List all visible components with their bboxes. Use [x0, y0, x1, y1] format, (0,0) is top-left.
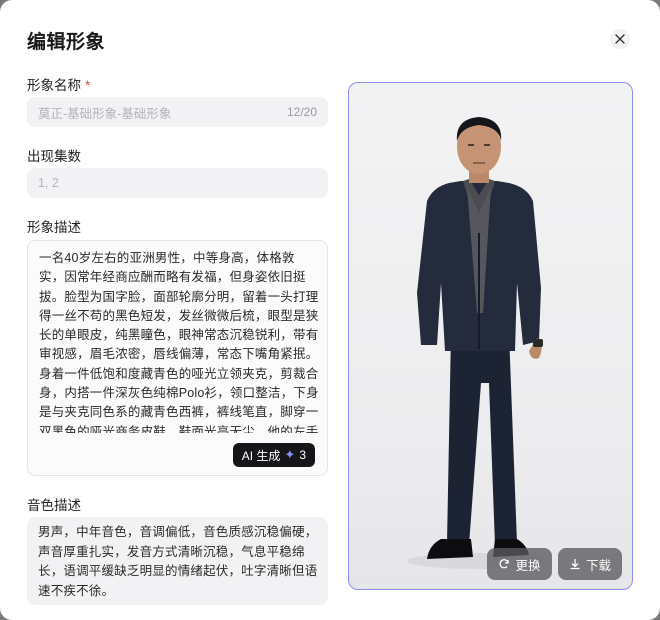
download-image-button[interactable]: 下载: [558, 548, 622, 580]
sparkle-icon: ✦: [284, 447, 296, 462]
replace-label: 更换: [515, 558, 541, 573]
description-text: 一名40岁左右的亚洲男性，中等身高，体格敦实，因常年经商应酬而略有发福，但身姿依…: [39, 251, 319, 433]
name-label-text: 形象名称: [27, 78, 81, 93]
name-input-placeholder: 莫正-基础形象-基础形象: [38, 106, 172, 121]
close-icon: [615, 34, 625, 44]
required-mark: *: [85, 78, 91, 93]
name-char-counter: 12/20: [286, 105, 317, 119]
download-label: 下载: [585, 558, 611, 573]
ai-generate-button[interactable]: AI 生成 ✦ 3: [232, 443, 315, 467]
refresh-icon: [499, 559, 510, 569]
ai-generate-count: 3: [299, 448, 306, 462]
replace-image-button[interactable]: 更换: [487, 548, 552, 580]
description-label: 形象描述: [27, 220, 81, 235]
episodes-label: 出现集数: [27, 149, 81, 164]
download-icon: [570, 559, 580, 570]
episodes-input[interactable]: 1, 2: [27, 168, 328, 198]
edit-avatar-dialog: 编辑形象 形象名称 * 莫正-基础形象-基础形象 12/20 出现集数 1, 2 …: [0, 0, 660, 620]
avatar-portrait-image: [407, 117, 547, 569]
voice-label: 音色描述: [27, 498, 81, 513]
name-label: 形象名称 *: [27, 74, 90, 94]
avatar-image-panel[interactable]: 更换 下载: [348, 82, 633, 590]
description-textarea[interactable]: 一名40岁左右的亚洲男性，中等身高，体格敦实，因常年经商应酬而略有发福，但身姿依…: [27, 240, 328, 476]
ai-generate-label: AI 生成: [241, 448, 281, 463]
voice-text: 男声，中年音色，音调偏低，音色质感沉稳偏硬，声音厚重扎实，发音方式清晰沉稳，气息…: [38, 525, 318, 598]
voice-textarea[interactable]: 男声，中年音色，音调偏低，音色质感沉稳偏硬，声音厚重扎实，发音方式清晰沉稳，气息…: [27, 517, 328, 605]
name-input[interactable]: 莫正-基础形象-基础形象 12/20: [27, 97, 328, 127]
episodes-input-placeholder: 1, 2: [38, 176, 59, 190]
dialog-title: 编辑形象: [27, 32, 106, 53]
close-button[interactable]: [610, 29, 630, 49]
